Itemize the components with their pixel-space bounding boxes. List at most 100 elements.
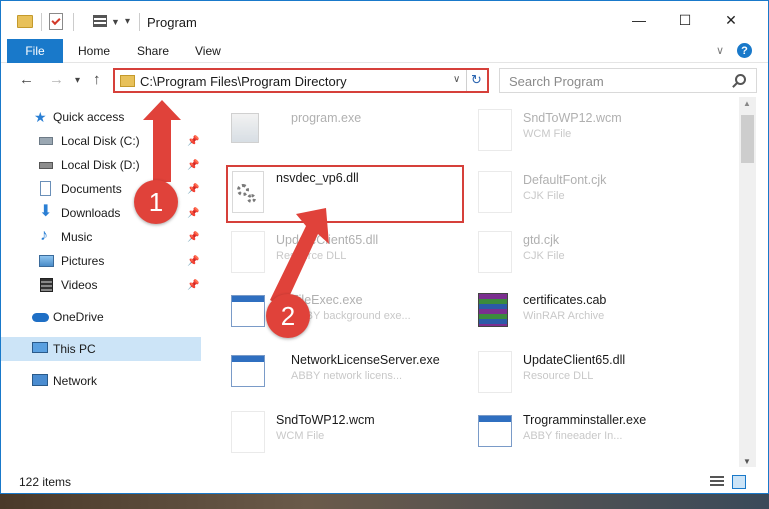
sidebar-item-label: Local Disk (D:) [61, 158, 140, 172]
folder-icon[interactable] [17, 15, 33, 28]
maximize-button[interactable]: ☐ [662, 1, 708, 39]
file-name: program.exe [291, 111, 362, 125]
file-name: Trogramminstaller.exe [523, 413, 647, 427]
document-file-icon [478, 231, 512, 273]
sidebar-item-label: This PC [53, 342, 96, 356]
computer-icon [32, 342, 48, 353]
file-item[interactable]: FileExec.exe ABBY background exe... [221, 285, 461, 343]
highlight-box [226, 165, 464, 223]
file-item[interactable]: program.exe [221, 103, 461, 161]
window-title: Program [147, 15, 197, 30]
large-icons-view-icon[interactable] [732, 475, 746, 489]
address-bar[interactable]: C:\Program Files\Program Directory ∨ ↻ [113, 68, 489, 93]
chevron-down-icon[interactable]: ∨ [453, 74, 460, 85]
exe-file-icon [478, 415, 512, 447]
file-item[interactable]: certificates.cab WinRAR Archive [468, 285, 708, 343]
sidebar-item-local-disk-d[interactable]: Local Disk (D:) 📌 [1, 153, 201, 177]
chevron-down-icon[interactable]: ▼ [111, 17, 120, 27]
star-icon: ★ [34, 109, 47, 125]
file-name: UpdateClient65.dll [276, 233, 379, 247]
sidebar-item-network[interactable]: Network [1, 369, 201, 393]
file-item[interactable]: Trogramminstaller.exe ABBY fineeader In.… [468, 405, 708, 463]
customize-toolbar-icon[interactable]: ▾ [125, 16, 130, 27]
archive-file-icon [478, 293, 508, 327]
properties-icon[interactable] [49, 13, 63, 30]
file-type: ABBY fineeader In... [523, 430, 623, 442]
sidebar-item-label: Music [61, 230, 93, 244]
tab-share[interactable]: Share [137, 39, 169, 63]
search-icon[interactable] [735, 74, 746, 85]
back-arrow-icon[interactable]: ← [19, 71, 34, 88]
file-item[interactable]: UpdateClient65.dll Resource DLL [221, 225, 461, 283]
scroll-up-icon[interactable]: ▲ [743, 99, 751, 108]
tab-home[interactable]: Home [78, 39, 110, 63]
file-name: UpdateClient65.dll [523, 353, 626, 367]
file-item[interactable]: gtd.cjk CJK File [468, 225, 708, 283]
pin-icon[interactable]: 📌 [187, 184, 199, 195]
file-item[interactable]: NetworkLicenseServer.exe ABBY network li… [221, 345, 461, 403]
file-item[interactable]: SndToWP12.wcm WCM File [468, 103, 708, 161]
refresh-icon[interactable]: ↻ [471, 72, 482, 88]
download-icon: ⬇ [39, 203, 53, 220]
minimize-button[interactable]: — [616, 1, 662, 39]
title-bar: ▼ ▾ Program — ☐ ✕ [1, 1, 768, 39]
sidebar-item-this-pc[interactable]: This PC [1, 337, 201, 361]
dll-file-icon [478, 351, 512, 393]
vertical-scrollbar[interactable]: ▲ ▼ [739, 97, 756, 467]
up-arrow-icon[interactable]: ↑ [93, 71, 101, 88]
explorer-window: ▼ ▾ Program — ☐ ✕ File Home Share View ∨… [0, 0, 769, 494]
status-bar: 122 items [1, 469, 768, 493]
sidebar-item-onedrive[interactable]: OneDrive [1, 305, 201, 329]
pin-icon[interactable]: 📌 [187, 232, 199, 243]
documents-icon [40, 181, 51, 196]
navigation-pane: ★ Quick access Local Disk (C:) 📌 Local D… [1, 97, 206, 467]
file-item[interactable]: UpdateClient65.dll Resource DLL [468, 345, 708, 403]
pin-icon[interactable]: 📌 [187, 208, 199, 219]
search-input[interactable]: Search Program [509, 74, 604, 89]
file-name: SndToWP12.wcm [523, 111, 622, 125]
search-box[interactable]: Search Program [499, 68, 757, 93]
sidebar-item-label: Pictures [61, 254, 105, 268]
file-type: Resource DLL [523, 370, 594, 382]
tab-view[interactable]: View [195, 39, 221, 63]
folder-icon [120, 75, 135, 87]
sidebar-item-videos[interactable]: Videos 📌 [1, 273, 201, 297]
scroll-down-icon[interactable]: ▼ [743, 457, 751, 466]
ribbon-tabs: File Home Share View ∨ ? [1, 39, 768, 63]
dll-file-icon [231, 231, 265, 273]
file-item[interactable]: SndToWP12.wcm WCM File [221, 405, 461, 463]
exe-file-icon [231, 295, 265, 327]
network-icon [32, 374, 48, 386]
details-view-icon[interactable] [710, 476, 724, 488]
sidebar-item-label: OneDrive [53, 310, 104, 324]
view-icon[interactable] [93, 15, 107, 27]
file-item[interactable]: DefaultFont.cjk CJK File [468, 165, 708, 223]
tab-file[interactable]: File [7, 39, 63, 63]
toolbar-separator [73, 13, 74, 31]
close-button[interactable]: ✕ [708, 1, 754, 39]
help-icon[interactable]: ? [737, 43, 752, 58]
cloud-icon [32, 313, 49, 322]
document-file-icon [478, 171, 512, 213]
file-name: NetworkLicenseServer.exe [291, 353, 440, 367]
scroll-thumb[interactable] [741, 115, 754, 163]
pin-icon[interactable]: 📌 [187, 280, 199, 291]
sidebar-item-label: Downloads [61, 206, 121, 220]
address-path[interactable]: C:\Program Files\Program Directory [140, 74, 347, 89]
sidebar-item-pictures[interactable]: Pictures 📌 [1, 249, 201, 273]
pin-icon[interactable]: 📌 [187, 136, 199, 147]
file-type: WCM File [523, 128, 572, 140]
expand-ribbon-icon[interactable]: ∨ [716, 44, 724, 57]
sidebar-item-label: Quick access [53, 110, 125, 124]
sidebar-item-music[interactable]: ♪ Music 📌 [1, 225, 201, 249]
file-type: Resource DLL [276, 250, 347, 262]
sidebar-item-quick-access[interactable]: ★ Quick access [1, 105, 201, 129]
sidebar-item-label: Videos [61, 278, 98, 292]
file-type: WinRAR Archive [523, 310, 605, 322]
recent-locations-icon[interactable]: ▾ [75, 75, 80, 86]
pin-icon[interactable]: 📌 [187, 160, 199, 171]
pin-icon[interactable]: 📌 [187, 256, 199, 267]
forward-arrow-icon[interactable]: → [49, 71, 64, 88]
file-name: gtd.cjk [523, 233, 560, 247]
sidebar-item-local-disk-c[interactable]: Local Disk (C:) 📌 [1, 129, 201, 153]
